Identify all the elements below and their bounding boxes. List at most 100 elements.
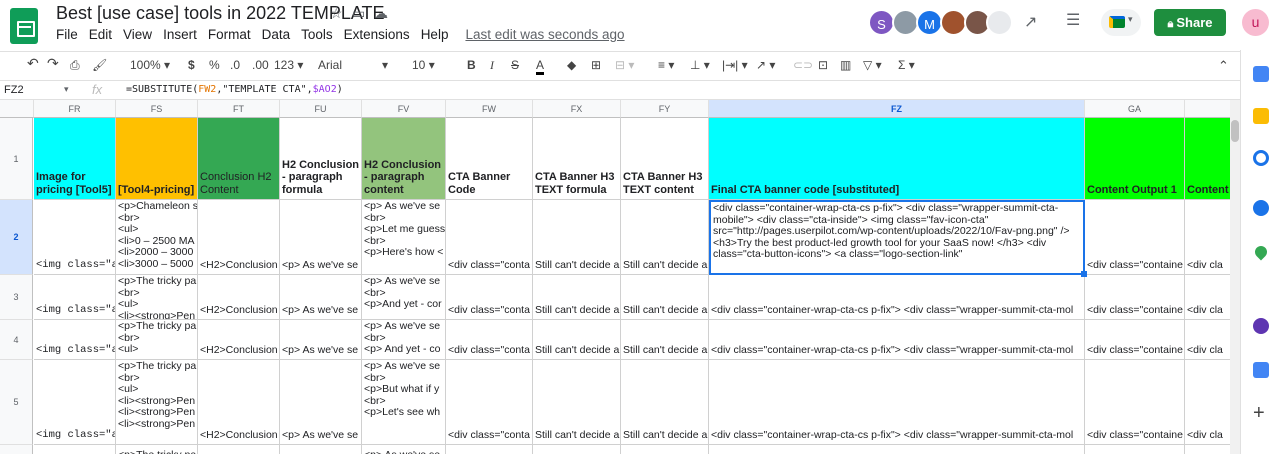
addon-2-icon[interactable] — [1253, 362, 1269, 378]
menu-insert[interactable]: Insert — [163, 27, 197, 42]
header-cell[interactable]: H2 Conclusion - paragraph content — [362, 118, 446, 200]
header-cell[interactable]: Content Output 1 — [1085, 118, 1185, 200]
data-cell[interactable]: <p> As we've se — [280, 275, 362, 320]
header-cell[interactable]: H2 Conclusion - paragraph formula — [280, 118, 362, 200]
data-cell[interactable] — [198, 445, 280, 454]
header-cell[interactable]: Content — [1185, 118, 1230, 200]
menu-format[interactable]: Format — [208, 27, 251, 42]
column-header-fu[interactable]: FU — [280, 100, 362, 118]
header-cell[interactable]: Final CTA banner code [substituted] — [709, 118, 1085, 200]
column-header-fr[interactable]: FR — [34, 100, 116, 118]
column-header-ga[interactable]: GA — [1085, 100, 1185, 118]
formula-input[interactable]: =SUBSTITUTE(FW2,"TEMPLATE CTA",$AO2) — [126, 84, 343, 95]
select-all-corner[interactable] — [0, 100, 34, 118]
data-cell[interactable]: <p>The tricky pa <br> <ul> — [116, 320, 198, 360]
data-cell[interactable]: <H2>Conclusion — [198, 320, 280, 360]
column-header-ft[interactable]: FT — [198, 100, 280, 118]
contacts-icon[interactable] — [1253, 200, 1269, 216]
font-size-select[interactable]: 10 ▾ — [412, 58, 435, 72]
increase-decimal-button[interactable]: .00 — [252, 58, 269, 72]
functions-icon[interactable]: Σ ▾ — [898, 58, 915, 72]
data-cell[interactable]: <p> As we've se <br> <p>But what if y <br> <… — [362, 360, 446, 445]
data-cell[interactable]: <img class="a — [34, 275, 116, 320]
sheets-logo-icon[interactable] — [10, 8, 38, 44]
data-cell[interactable]: <div class="containe — [1085, 320, 1185, 360]
column-header-fx[interactable]: FX — [533, 100, 621, 118]
data-cell[interactable]: <p> As we've se <br> <p>Let me guess <br> <p… — [362, 200, 446, 275]
column-header-next[interactable] — [1185, 100, 1230, 118]
last-edit-link[interactable]: Last edit was seconds ago — [465, 27, 624, 42]
meet-button[interactable]: ▾ — [1101, 9, 1141, 36]
fill-handle[interactable] — [1081, 271, 1087, 277]
data-cell[interactable]: <div class="conta — [446, 360, 533, 445]
row-header-4[interactable]: 4 — [0, 320, 33, 360]
name-box-dropdown-icon[interactable]: ▾ — [64, 84, 69, 95]
data-cell[interactable]: <p>The tricky pa — [116, 445, 198, 454]
header-cell[interactable]: Image for pricing [Tool5] — [34, 118, 116, 200]
data-cell[interactable] — [280, 445, 362, 454]
header-cell[interactable]: CTA Banner H3 TEXT formula — [533, 118, 621, 200]
data-cell[interactable]: <img class="a — [34, 200, 116, 275]
maps-icon[interactable] — [1252, 243, 1270, 261]
selected-cell[interactable]: <div class="container-wrap-cta-cs p-fix"… — [709, 200, 1085, 275]
data-cell[interactable]: <p> As we've se — [280, 360, 362, 445]
font-select[interactable]: Arial ▾ — [318, 58, 388, 72]
data-cell[interactable]: <p> As we've se — [280, 200, 362, 275]
data-cell[interactable]: <p> As we've se <br> <p>And yet - cor — [362, 275, 446, 320]
vertical-align-icon[interactable]: ⊥ ▾ — [690, 58, 710, 72]
get-addons-plus-icon[interactable]: + — [1253, 402, 1265, 425]
column-header-fw[interactable]: FW — [446, 100, 533, 118]
collaborator-avatar[interactable] — [986, 9, 1013, 36]
undo-icon[interactable]: ↶ — [27, 55, 39, 72]
data-cell[interactable] — [621, 445, 709, 454]
menu-help[interactable]: Help — [421, 27, 449, 42]
keep-icon[interactable] — [1253, 108, 1269, 124]
data-cell[interactable]: <div class="containe — [1085, 275, 1185, 320]
menu-data[interactable]: Data — [262, 27, 291, 42]
data-cell[interactable]: Still can't decide a — [621, 200, 709, 275]
header-cell[interactable]: CTA Banner H3 TEXT content — [621, 118, 709, 200]
move-folder-icon[interactable]: ▭ — [352, 5, 365, 22]
text-wrapping-icon[interactable]: |⇥| ▾ — [722, 58, 748, 72]
data-cell[interactable]: <div class="containe — [1085, 360, 1185, 445]
data-cell[interactable]: Still can't decide a — [533, 200, 621, 275]
data-cell[interactable]: Still can't decide a — [533, 275, 621, 320]
data-cell[interactable]: Still can't decide a — [533, 320, 621, 360]
scrollbar-thumb[interactable] — [1231, 120, 1239, 142]
column-header-fv[interactable]: FV — [362, 100, 446, 118]
borders-icon[interactable]: ⊞ — [591, 58, 601, 72]
text-color-button[interactable]: A — [536, 58, 545, 75]
data-cell[interactable]: <p>The tricky pa <br> <ul> <li><strong>Pen — [116, 275, 198, 320]
row-header-1[interactable]: 1 — [0, 118, 33, 200]
data-cell[interactable]: <div cla — [1185, 275, 1230, 320]
data-cell[interactable]: <div class="conta — [446, 200, 533, 275]
data-cell[interactable]: <div class="containe — [1085, 200, 1185, 275]
collapse-menus-icon[interactable]: ⌃ — [1218, 58, 1229, 74]
decrease-decimal-button[interactable]: .0 — [230, 58, 240, 72]
data-cell[interactable]: <p> As we've se <br> <p> And yet - co — [362, 320, 446, 360]
header-cell[interactable]: CTA Banner Code — [446, 118, 533, 200]
share-button[interactable]: 🔒︎ Share — [1154, 9, 1226, 36]
data-cell[interactable]: Still can't decide a — [621, 360, 709, 445]
row-header-2[interactable]: 2 — [0, 200, 33, 275]
data-cell[interactable]: <img class="a — [34, 360, 116, 445]
data-cell[interactable]: <div class="container-wrap-cta-cs p-fix"… — [709, 360, 1085, 445]
insert-link-icon[interactable]: ⊂⊃ — [793, 58, 813, 72]
data-cell[interactable] — [533, 445, 621, 454]
calendar-icon[interactable] — [1253, 66, 1269, 82]
data-cell[interactable]: <H2>Conclusion — [198, 360, 280, 445]
spreadsheet-grid[interactable]: FR FS FT FU FV FW FX FY FZ GA 1 2 3 4 5 Image for prici… — [0, 100, 1230, 454]
data-cell[interactable]: Still can't decide a — [533, 360, 621, 445]
italic-button[interactable]: I — [490, 58, 494, 73]
header-cell[interactable]: Conclusion H2 Content — [198, 118, 280, 200]
data-cell[interactable]: <div cla — [1185, 360, 1230, 445]
insert-chart-icon[interactable]: ▥ — [840, 58, 851, 72]
data-cell[interactable]: <div class="conta — [446, 320, 533, 360]
tasks-icon[interactable] — [1253, 150, 1269, 166]
text-rotation-icon[interactable]: ↗ ▾ — [756, 58, 775, 72]
account-avatar[interactable]: u — [1242, 9, 1269, 36]
insert-comment-icon[interactable]: ⊡ — [818, 58, 828, 72]
menu-file[interactable]: File — [56, 27, 78, 42]
menu-edit[interactable]: Edit — [89, 27, 112, 42]
bold-button[interactable]: B — [467, 58, 476, 72]
